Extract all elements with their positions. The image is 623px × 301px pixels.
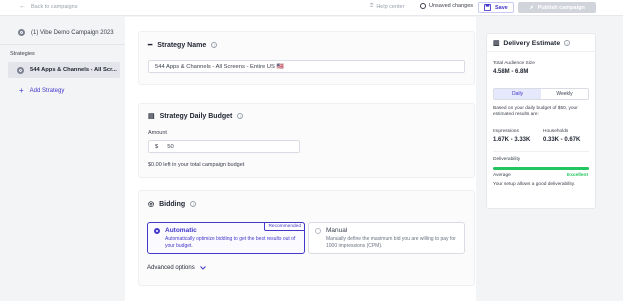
strategy-name-title: ━ Strategy Name i [148, 41, 218, 49]
toggle-weekly[interactable]: Weekly [541, 89, 588, 99]
radio-unselected-icon [315, 228, 321, 234]
status-circle-icon [420, 3, 426, 9]
strategies-heading: Strategies [10, 51, 35, 57]
period-toggle: Daily Weekly [493, 88, 589, 100]
sidebar-item-strategy[interactable]: 544 Apps & Channels - All Scr... [8, 62, 120, 78]
save-icon [484, 4, 491, 11]
radio-selected-icon [154, 228, 160, 234]
setup-note: Your setup allows a good deliverability. [493, 182, 576, 187]
bidding-option-manual[interactable]: Manual Manually define the maximum bid y… [308, 222, 465, 254]
top-bar: ← Back to campaigns ⍰ Help center Unsave… [0, 0, 623, 16]
chart-icon: ▥ [493, 40, 500, 47]
automatic-title: Automatic [165, 227, 197, 234]
impressions-label: Impressions [493, 129, 519, 134]
audience-label: Total Audience Size [493, 61, 535, 66]
sidebar: (1) Vibe Demo Campaign 2023 Strategies 5… [0, 17, 125, 301]
currency-symbol: $ [155, 143, 159, 150]
publish-label: Publish campaign [537, 4, 585, 11]
amount-label: Amount [148, 130, 167, 136]
target-icon: ◎ [148, 201, 155, 208]
help-label: Help center [376, 3, 405, 10]
unsaved-label: Unsaved changes [429, 3, 474, 9]
bidding-option-automatic[interactable]: Automatic Automatically optimize bidding… [147, 222, 305, 254]
help-center-link[interactable]: ⍰ Help center [370, 3, 404, 10]
dash-icon: ━ [148, 42, 153, 49]
advanced-options-label: Advanced options [147, 265, 195, 271]
budget-heading: Strategy Daily Budget [159, 112, 233, 120]
help-icon: ⍰ [370, 3, 374, 9]
divider [487, 51, 595, 52]
delivery-estimate-heading: Delivery Estimate [503, 39, 561, 47]
back-label: Back to campaigns [31, 3, 78, 10]
chevron-down-icon [199, 266, 206, 270]
households-label: Households [543, 129, 569, 134]
info-icon[interactable]: i [211, 42, 218, 48]
publish-campaign-button[interactable]: ➚ Publish campaign [518, 2, 596, 13]
households-value: 0.33K - 0.67K [543, 137, 581, 143]
campaign-name: (1) Vibe Demo Campaign 2023 [31, 29, 114, 36]
back-to-campaigns-link[interactable]: ← Back to campaigns [19, 3, 77, 10]
info-icon[interactable]: i [190, 201, 197, 207]
unsaved-changes-indicator: Unsaved changes [420, 3, 473, 9]
info-icon[interactable]: i [564, 40, 571, 46]
save-label: Save [495, 4, 508, 11]
delivery-estimate-title: ▥ Delivery Estimate i [493, 39, 571, 47]
strategy-name-input[interactable]: 544 Apps & Channels - All Screens - Enti… [148, 60, 465, 73]
deliverability-fill [493, 167, 589, 170]
budget-note: Based on your daily budget of $50, your … [493, 106, 578, 118]
advanced-options-toggle[interactable]: Advanced options [147, 265, 206, 271]
delivery-estimate-card: ▥ Delivery Estimate i Total Audience Siz… [486, 33, 596, 209]
toggle-daily[interactable]: Daily [494, 89, 541, 99]
gear-icon [18, 29, 25, 36]
budget-title: ▤ Strategy Daily Budget i [148, 112, 244, 120]
campaign-item[interactable]: (1) Vibe Demo Campaign 2023 [18, 29, 114, 36]
budget-card: ▤ Strategy Daily Budget i Amount $ 50 $0… [138, 103, 475, 178]
add-strategy-label: Add Strategy [29, 88, 65, 94]
plus-icon: + [19, 86, 24, 95]
manual-desc: Manually define the maximum bid you are … [326, 236, 456, 249]
manual-title: Manual [326, 227, 348, 234]
save-button[interactable]: Save [478, 2, 514, 13]
audience-value: 4.58M - 6.8M [493, 69, 529, 75]
sidebar-divider [0, 44, 125, 45]
budget-left-text: $0.00 left in your total campaign budget [148, 162, 245, 168]
deliverability-bar [493, 167, 589, 170]
bidding-heading: Bidding [159, 200, 186, 208]
deliverability-level-value: Excellent [567, 173, 589, 178]
amount-value: 50 [167, 143, 174, 150]
strategy-name-card: ━ Strategy Name i 544 Apps & Channels - … [138, 31, 475, 85]
automatic-desc: Automatically optimize bidding to get th… [165, 236, 296, 249]
arrow-left-icon: ← [19, 3, 26, 10]
info-icon[interactable]: i [237, 113, 244, 119]
amount-input[interactable]: $ 50 [148, 140, 300, 153]
wallet-icon: ▤ [148, 113, 155, 120]
impressions-value: 1.67K - 3.33K [493, 137, 531, 143]
bidding-title: ◎ Bidding i [148, 200, 197, 208]
rocket-icon: ➚ [529, 4, 534, 11]
strategy-item-label: 544 Apps & Channels - All Scr... [30, 67, 117, 73]
divider [493, 151, 589, 152]
recommended-badge: Recommended [264, 222, 305, 231]
gear-icon [17, 66, 24, 74]
strategy-name-heading: Strategy Name [157, 41, 207, 49]
deliverability-label: Deliverability [493, 157, 521, 162]
deliverability-level-label: Average [493, 173, 511, 178]
add-strategy-button[interactable]: + Add Strategy [19, 87, 64, 95]
